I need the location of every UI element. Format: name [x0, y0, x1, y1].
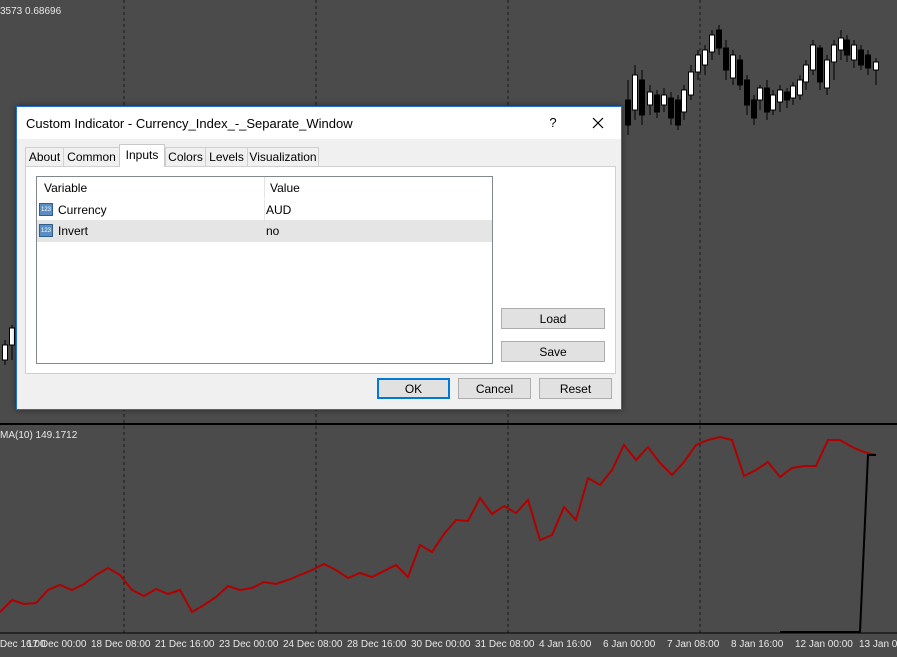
candle-body	[858, 49, 864, 66]
date-label: 8 Jan 16:00	[731, 639, 784, 650]
indicator-readout: MA(10) 149.1712	[0, 430, 78, 441]
candle-body	[737, 59, 743, 86]
tab-colors[interactable]: Colors	[165, 147, 206, 166]
tab-about[interactable]: About	[25, 147, 64, 166]
candle-body	[777, 89, 783, 103]
candle-body	[838, 37, 844, 51]
indicator-line-secondary	[780, 454, 876, 633]
candle-body	[2, 344, 8, 361]
candle-body	[803, 64, 809, 83]
candle-body	[661, 94, 667, 106]
date-label: 30 Dec 00:00	[411, 639, 471, 650]
cell-divider	[264, 200, 265, 220]
candle-body	[851, 44, 857, 61]
date-label: 4 Jan 16:00	[539, 639, 592, 650]
inputs-panel: Variable Value 123 Currency AUD 123 Inve…	[25, 166, 616, 374]
indicator-line	[0, 435, 877, 614]
param-value[interactable]: AUD	[266, 200, 291, 220]
load-button[interactable]: Load	[501, 308, 605, 329]
candle-body	[654, 94, 660, 113]
candle-body	[688, 71, 694, 96]
candle-body	[668, 97, 674, 119]
candle-body	[647, 91, 653, 106]
date-label: 28 Dec 16:00	[347, 639, 407, 650]
candle-body	[695, 54, 701, 73]
candle-body	[702, 49, 708, 66]
dialog-title: Custom Indicator - Currency_Index_-_Sepa…	[26, 116, 353, 131]
candle-body	[797, 79, 803, 96]
parameters-table: Variable Value 123 Currency AUD 123 Inve…	[36, 176, 493, 364]
dialog-title-bar[interactable]: Custom Indicator - Currency_Index_-_Sepa…	[17, 107, 621, 139]
date-label: 7 Jan 08:00	[667, 639, 720, 650]
candle-body	[824, 59, 830, 89]
tab-levels[interactable]: Levels	[205, 147, 248, 166]
cell-divider	[264, 221, 265, 241]
candle-body	[625, 99, 631, 126]
candle-body	[865, 54, 871, 69]
param-value[interactable]: no	[266, 221, 279, 241]
date-label: 6 Jan 00:00	[603, 639, 656, 650]
save-button[interactable]: Save	[501, 341, 605, 362]
reset-button[interactable]: Reset	[539, 378, 612, 399]
column-header-variable[interactable]: Variable	[44, 177, 87, 199]
candle-body	[730, 54, 736, 79]
close-icon	[592, 117, 604, 129]
tab-common[interactable]: Common	[63, 147, 120, 166]
candle-body	[681, 89, 687, 113]
date-label: 31 Dec 08:00	[475, 639, 535, 650]
candle-body	[784, 91, 790, 101]
help-button[interactable]: ?	[541, 111, 565, 135]
table-row[interactable]: 123 Invert no	[37, 221, 492, 242]
custom-indicator-dialog: Custom Indicator - Currency_Index_-_Sepa…	[16, 106, 622, 410]
close-button[interactable]	[585, 111, 611, 135]
date-label: 21 Dec 16:00	[155, 639, 215, 650]
integer-type-icon: 123	[39, 203, 53, 216]
date-label: 17 Dec 00:00	[27, 639, 87, 650]
date-label: 18 Dec 08:00	[91, 639, 151, 650]
column-header-value[interactable]: Value	[270, 177, 300, 199]
candle-body	[751, 99, 757, 119]
tab-inputs[interactable]: Inputs	[119, 144, 165, 167]
candle-body	[709, 34, 715, 53]
candle-body	[639, 79, 645, 116]
cancel-button[interactable]: Cancel	[458, 378, 531, 399]
candle-body	[831, 44, 837, 63]
candle-body	[744, 79, 750, 106]
candle-body	[790, 85, 796, 99]
date-label: 12 Jan 00:00	[795, 639, 853, 650]
date-label: 13 Jan 08:00	[859, 639, 897, 650]
candle-body	[844, 39, 850, 56]
tab-visualization[interactable]: Visualization	[247, 147, 319, 166]
integer-type-icon: 123	[39, 224, 53, 237]
candle-body	[757, 87, 763, 101]
column-divider[interactable]	[264, 177, 265, 199]
ok-button[interactable]: OK	[377, 378, 450, 399]
candle-body	[817, 47, 823, 83]
candle-body	[9, 327, 15, 346]
price-readout: 3573 0.68696	[0, 6, 62, 17]
candle-body	[770, 94, 776, 111]
candle-body	[810, 44, 816, 71]
param-name: Invert	[58, 224, 89, 238]
date-label: 23 Dec 00:00	[219, 639, 279, 650]
candle-body	[764, 87, 770, 113]
param-name: Currency	[58, 203, 107, 217]
table-row[interactable]: 123 Currency AUD	[37, 200, 492, 221]
candle-body	[632, 74, 638, 111]
candle-body	[716, 29, 722, 49]
candle-body	[675, 99, 681, 126]
date-label: 24 Dec 08:00	[283, 639, 343, 650]
candle-body	[723, 47, 729, 71]
candle-body	[873, 61, 879, 71]
